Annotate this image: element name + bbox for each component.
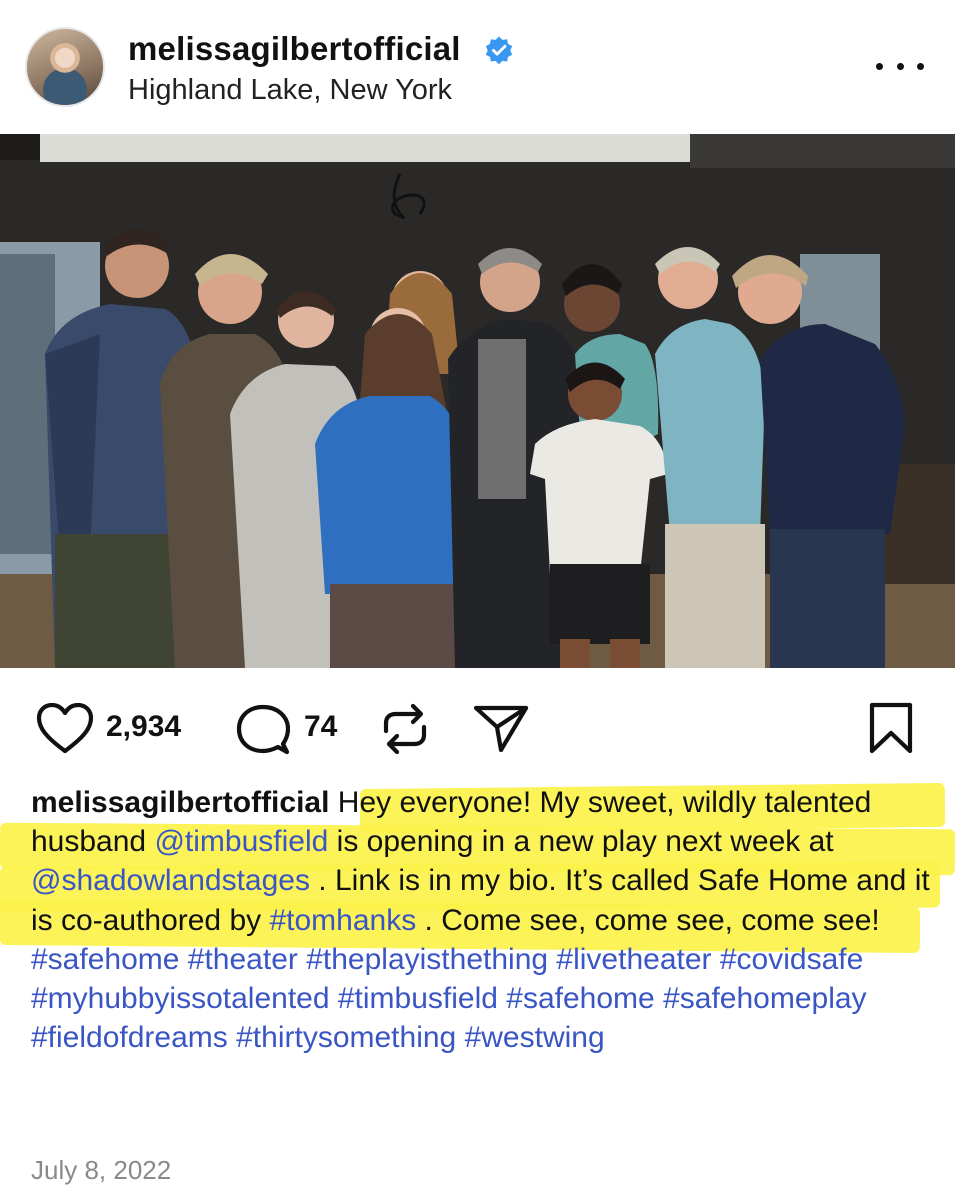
username[interactable]: melissagilbertofficial	[128, 30, 461, 68]
post-photo[interactable]	[0, 134, 955, 668]
heart-icon[interactable]	[36, 703, 94, 755]
hashtag[interactable]: #theater	[188, 943, 298, 976]
caption-text: is opening in a new play next week at	[328, 825, 834, 859]
post-caption: melissagilbertofficial Hey everyone! My …	[31, 783, 931, 1057]
verified-badge-icon	[485, 36, 513, 65]
hashtag[interactable]: #myhubbyissotalented	[31, 982, 330, 1015]
hashtag[interactable]: #covidsafe	[720, 943, 863, 976]
hashtag[interactable]: #safehome	[31, 943, 179, 976]
post-header: melissagilbertofficial Highland Lake, Ne…	[0, 0, 955, 134]
hashtag[interactable]: #timbusfield	[338, 982, 498, 1015]
hashtag[interactable]: #livetheater	[556, 943, 711, 976]
hashtag[interactable]: #westwing	[465, 1021, 605, 1054]
caption-text: . Come see, come see, come see!	[416, 903, 880, 937]
caption-username[interactable]: melissagilbertofficial	[31, 786, 329, 819]
like-count[interactable]: 2,934	[106, 710, 181, 744]
hashtag-tomhanks[interactable]: #tomhanks	[269, 904, 416, 937]
mention-shadowlandstages[interactable]: @shadowlandstages	[31, 864, 310, 897]
hashtag[interactable]: #safehome	[506, 982, 654, 1015]
action-bar: 2,934 74	[0, 668, 955, 783]
hashtag[interactable]: #theplayisthething	[306, 943, 548, 976]
profile-avatar[interactable]	[25, 27, 105, 107]
comment-count[interactable]: 74	[304, 710, 337, 744]
mention-timbusfield[interactable]: @timbusfield	[154, 825, 328, 858]
more-options-icon[interactable]	[876, 52, 924, 80]
location-tag[interactable]: Highland Lake, New York	[128, 74, 452, 107]
hashtag[interactable]: #fieldofdreams	[31, 1021, 228, 1054]
group-photo	[0, 134, 955, 668]
comment-icon[interactable]	[236, 704, 290, 756]
hashtag[interactable]: #safehomeplay	[663, 982, 866, 1015]
send-icon[interactable]	[473, 704, 529, 754]
bookmark-icon[interactable]	[868, 701, 914, 755]
repost-icon[interactable]	[380, 703, 430, 755]
post-date: July 8, 2022	[31, 1155, 172, 1185]
hashtag[interactable]: #thirtysomething	[236, 1021, 456, 1054]
